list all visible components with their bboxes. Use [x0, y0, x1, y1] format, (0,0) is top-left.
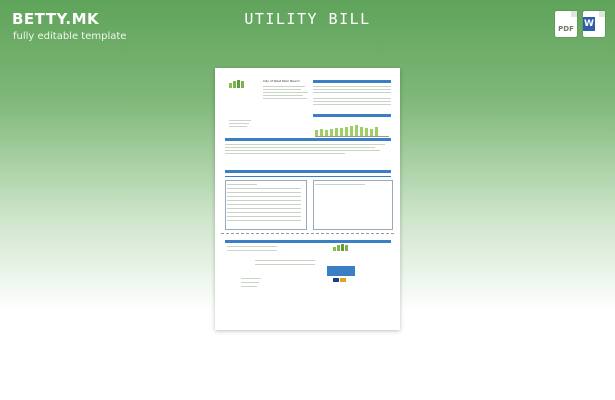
text-line [227, 220, 301, 221]
city-logo-icon [229, 80, 249, 90]
text-line [227, 208, 301, 209]
usage-chart [315, 120, 389, 137]
text-line [227, 216, 301, 217]
text-line [225, 150, 380, 151]
page-title: UTILITY BILL [244, 10, 371, 28]
word-label: W [583, 17, 595, 31]
text-line [263, 89, 301, 90]
summary-bar [313, 80, 391, 83]
text-line [313, 98, 391, 99]
doc-heading: City of West Palm Beach [263, 79, 300, 83]
text-line [229, 123, 249, 124]
payment-box [327, 266, 355, 276]
text-line [313, 92, 391, 93]
text-line [227, 196, 301, 197]
text-line [241, 282, 259, 283]
pdf-icon[interactable]: PDF [555, 11, 577, 37]
section-bar [225, 138, 391, 141]
page-fold [571, 11, 577, 17]
text-line [263, 95, 303, 96]
stub-bar [225, 240, 391, 243]
text-line [227, 192, 301, 193]
word-icon[interactable]: W [583, 11, 605, 37]
text-line [227, 184, 257, 185]
text-line [241, 286, 257, 287]
account-bar [225, 170, 391, 173]
usage-bar [313, 114, 391, 117]
text-line [227, 246, 277, 247]
text-line [255, 260, 315, 261]
cut-line [221, 233, 394, 234]
utility-bill-preview[interactable]: City of West Palm Beach [215, 68, 400, 330]
text-line [227, 188, 301, 189]
text-line [225, 144, 385, 145]
page-fold [599, 11, 605, 17]
text-line [225, 153, 345, 154]
tagline: fully editable template [13, 31, 127, 42]
text-line [263, 86, 305, 87]
pdf-label: PDF [558, 25, 574, 33]
text-line [313, 89, 391, 90]
text-line [229, 120, 251, 121]
text-line [263, 98, 307, 99]
text-line [255, 264, 315, 265]
text-line [225, 147, 375, 148]
text-line [227, 204, 301, 205]
text-line [313, 101, 391, 102]
text-line [241, 278, 261, 279]
table-line [225, 176, 391, 177]
text-line [227, 212, 301, 213]
text-line [313, 86, 391, 87]
text-line [313, 104, 391, 105]
text-line [227, 250, 277, 251]
messages-box [313, 180, 393, 230]
card-icons [333, 278, 346, 282]
format-icons: PDF W [555, 11, 605, 37]
text-line [315, 184, 365, 185]
stub-logo-icon [333, 244, 349, 252]
text-line [229, 126, 247, 127]
text-line [227, 200, 301, 201]
text-line [263, 92, 308, 93]
